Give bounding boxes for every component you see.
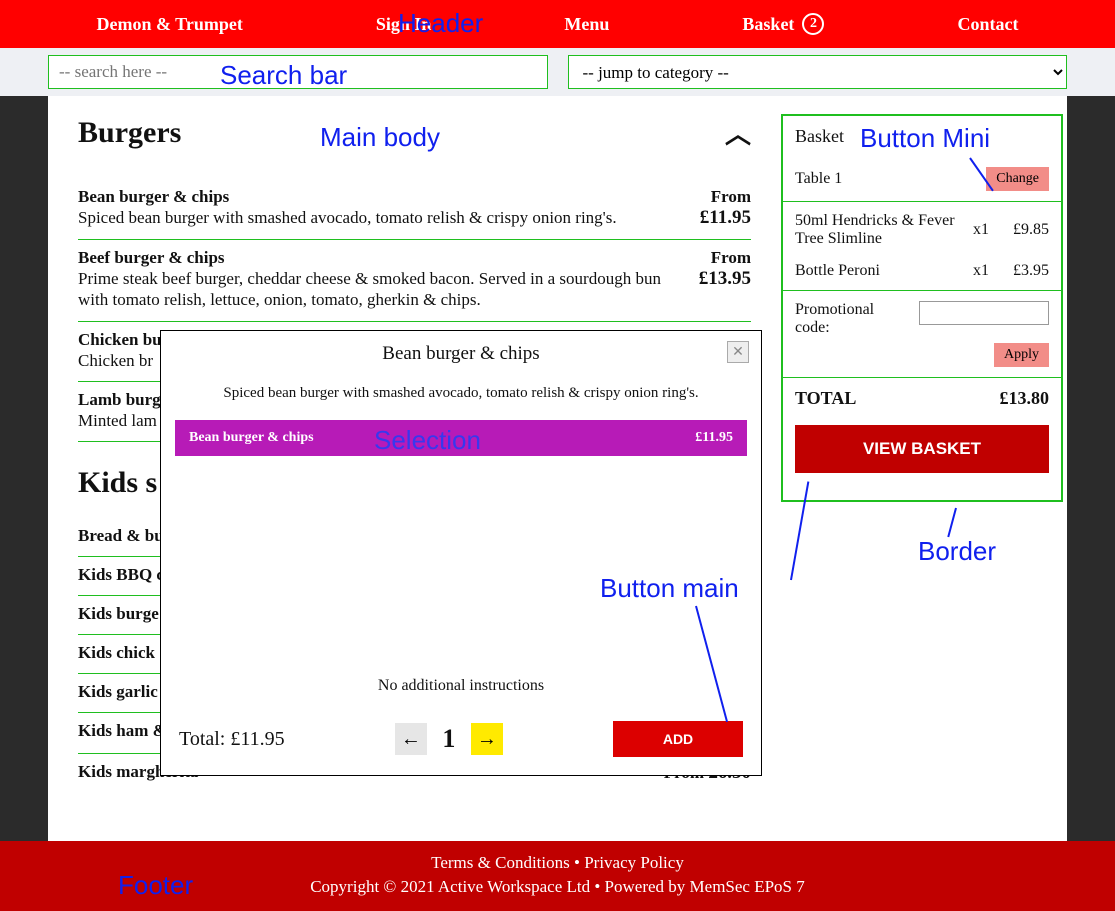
basket-table-label: Table 1 [795,170,842,188]
contact-link[interactable]: Contact [957,14,1018,35]
search-row: -- jump to category -- [0,48,1115,96]
modal-title: Bean burger & chips [382,343,539,365]
category-header-burgers: Burgers ︿ [78,114,751,151]
basket-total: TOTAL £13.80 [783,378,1061,419]
brand-link[interactable]: Demon & Trumpet [97,14,243,35]
apply-button[interactable]: Apply [994,343,1049,367]
footer-bar: Terms & Conditions • Privacy Policy Copy… [0,841,1115,911]
menu-item[interactable]: Bean burger & chips Spiced bean burger w… [78,179,751,240]
menu-item[interactable]: Beef burger & chips Prime steak beef bur… [78,240,751,322]
promo-input[interactable] [919,301,1049,325]
item-modal: Bean burger & chips ✕ Spiced bean burger… [160,330,762,776]
modal-total: Total: £11.95 [179,728,285,751]
privacy-link[interactable]: Privacy Policy [584,853,684,872]
qty-value: 1 [437,724,461,754]
modal-desc: Spiced bean burger with smashed avocado,… [161,373,761,420]
menu-link[interactable]: Menu [564,14,609,35]
add-button[interactable]: ADD [613,721,743,757]
search-input[interactable] [48,55,548,89]
qty-increase-button[interactable]: → [471,723,503,755]
basket-link[interactable]: Basket 2 [742,13,824,35]
copyright-text: Copyright © 2021 Active Workspace Ltd • … [0,875,1115,899]
basket-item[interactable]: 50ml Hendricks & Fever Tree Slimline x1 … [795,212,1049,248]
signin-link[interactable]: Sign In [376,14,432,35]
menu-item-desc: Spiced bean burger with smashed avocado,… [78,207,670,228]
basket-title: Basket [795,126,844,147]
change-button[interactable]: Change [986,167,1049,191]
promo-label: Promotional code: [795,301,905,337]
basket-item[interactable]: Bottle Peroni x1 £3.95 [795,262,1049,280]
terms-link[interactable]: Terms & Conditions [431,853,570,872]
basket-count-badge: 2 [802,13,824,35]
selection-row[interactable]: Bean burger & chips £11.95 [175,420,747,456]
no-additional-label: No additional instructions [161,677,761,695]
view-basket-button[interactable]: VIEW BASKET [795,425,1049,473]
qty-decrease-button[interactable]: ← [395,723,427,755]
category-title: Burgers [78,116,181,150]
menu-item-title: Bean burger & chips [78,187,670,207]
header-bar: Demon & Trumpet Sign In Menu Basket 2 Co… [0,0,1115,48]
basket-panel: Basket Table 1 Change 50ml Hendricks & F… [781,114,1063,502]
category-select[interactable]: -- jump to category -- [568,55,1068,89]
quantity-stepper: ← 1 → [395,723,503,755]
close-icon[interactable]: ✕ [727,341,749,363]
chevron-up-icon[interactable]: ︿ [725,114,751,151]
